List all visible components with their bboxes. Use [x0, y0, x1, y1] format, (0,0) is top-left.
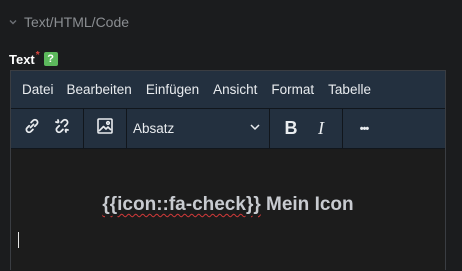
chevron-down-icon[interactable]	[8, 17, 18, 27]
editor-content-area[interactable]: {{icon::fa-check}} Mein Icon	[11, 150, 445, 271]
image-button[interactable]	[90, 114, 120, 144]
required-marker: *	[35, 49, 40, 61]
icon-shortcode: {{icon::fa-check}}	[102, 194, 261, 215]
chevron-down-icon	[249, 121, 261, 136]
link-icon	[22, 116, 42, 141]
editor-toolbar: Absatz B I •••	[11, 109, 445, 149]
unlink-icon	[52, 116, 72, 141]
menu-ansicht[interactable]: Ansicht	[207, 82, 265, 97]
menu-format[interactable]: Format	[265, 82, 322, 97]
menu-bearbeiten[interactable]: Bearbeiten	[61, 82, 140, 97]
menu-tabelle[interactable]: Tabelle	[322, 82, 379, 97]
field-label-text: Text	[9, 51, 35, 67]
bold-button[interactable]: B	[276, 114, 306, 144]
style-group: B I	[270, 109, 343, 148]
block-format-select[interactable]: Absatz	[127, 121, 269, 136]
link-button[interactable]	[17, 114, 47, 144]
more-group: •••	[343, 109, 385, 148]
editor-menubar: Datei Bearbeiten Einfügen Ansicht Format…	[11, 71, 445, 109]
text-caret	[18, 232, 19, 248]
unlink-button[interactable]	[47, 114, 77, 144]
question-icon[interactable]: ?	[43, 52, 58, 66]
link-group	[11, 109, 84, 148]
italic-button[interactable]: I	[306, 114, 336, 144]
rich-text-editor: Datei Bearbeiten Einfügen Ansicht Format…	[10, 70, 446, 271]
section-title: Text/HTML/Code	[24, 14, 130, 30]
field-label: Text * ?	[9, 50, 58, 68]
content-text: Mein Icon	[260, 194, 354, 215]
block-format-value: Absatz	[133, 121, 175, 136]
image-group	[84, 109, 127, 148]
content-paragraph: {{icon::fa-check}} Mein Icon	[11, 194, 445, 216]
section-header[interactable]: Text/HTML/Code	[8, 12, 129, 32]
more-button[interactable]: •••	[349, 114, 379, 144]
menu-einfuegen[interactable]: Einfügen	[140, 82, 207, 97]
menu-datei[interactable]: Datei	[11, 82, 61, 97]
format-group: Absatz	[127, 109, 270, 148]
image-icon	[95, 116, 115, 141]
